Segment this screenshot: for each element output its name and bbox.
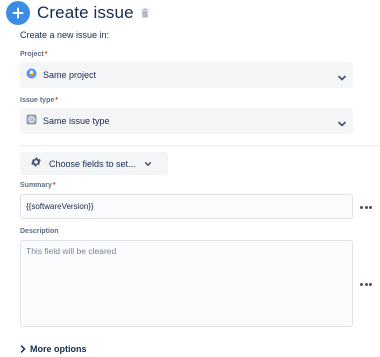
section-divider [20,145,380,146]
summary-field[interactable]: {{softwareVersion}} [20,194,353,219]
description-field[interactable]: This field will be cleared [20,240,353,327]
trash-icon[interactable] [141,8,149,18]
more-options-toggle[interactable]: More options [20,340,87,357]
required-marker: * [52,182,56,189]
intro-text: Create a new issue in: [20,30,110,40]
project-label: Project* [20,51,47,58]
summary-label: Summary* [20,182,56,189]
description-more-actions-icon[interactable] [360,282,372,286]
description-placeholder: This field will be cleared [26,246,117,256]
description-label-text: Description [20,228,59,235]
chevron-down-icon [144,160,152,168]
description-label: Description [20,228,59,235]
project-label-text: Project [20,51,44,58]
project-icon [26,66,37,84]
chevron-right-icon [20,340,26,357]
project-value: Same project [43,70,97,80]
chevron-down-icon [337,70,347,88]
summary-label-text: Summary [20,182,52,189]
project-select[interactable]: Same project [20,62,353,88]
issue-type-icon [26,112,37,130]
choose-fields-button[interactable]: Choose fields to set... [20,152,168,175]
required-marker: * [55,97,58,104]
issue-type-label: Issue type* [20,97,58,104]
required-marker: * [44,51,48,58]
chevron-down-icon [337,116,347,134]
add-circle-icon [6,1,30,25]
issue-type-select[interactable]: Same issue type [20,108,353,134]
header: Create issue [6,1,149,25]
page-title: Create issue [37,3,134,22]
choose-fields-label: Choose fields to set... [49,158,136,169]
issue-type-value: Same issue type [43,116,110,126]
more-options-label: More options [30,344,87,354]
summary-value: {{softwareVersion}} [26,202,94,211]
issue-type-label-text: Issue type [20,97,55,104]
gear-icon [30,155,42,173]
summary-more-actions-icon[interactable] [360,205,372,209]
